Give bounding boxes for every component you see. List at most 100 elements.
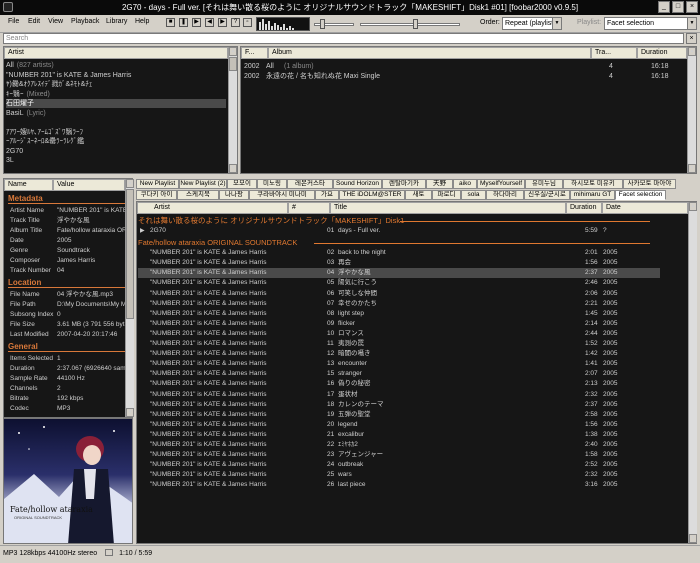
- playlist-track-row[interactable]: "NUMBER 201" is KATE & James Harris 10 ロマン…: [138, 329, 660, 339]
- artist-column-header[interactable]: Artist: [4, 47, 228, 59]
- playlist-track-row[interactable]: "NUMBER 201" is KATE & James Harris 24 out…: [138, 460, 660, 470]
- properties-name-header[interactable]: Name: [4, 179, 53, 191]
- playlist-tab[interactable]: 사카모토 마아야: [623, 179, 676, 189]
- artist-list-item[interactable]: [6, 118, 226, 127]
- scroll-thumb[interactable]: [126, 189, 134, 319]
- playlist-tab[interactable]: 쿠라바야시 미나미: [249, 190, 315, 200]
- artist-list-item[interactable]: All (827 artists): [6, 61, 226, 70]
- playlist-track-row[interactable]: "NUMBER 201" is KATE & James Harris 13 enc…: [138, 359, 660, 369]
- menu-file[interactable]: File: [8, 18, 19, 25]
- playlist-num-header[interactable]: #: [288, 202, 330, 214]
- playlist-tab[interactable]: 파로디: [432, 190, 461, 200]
- playlist-track-row[interactable]: "NUMBER 201" is KATE & James Harris 17 蛋状材…: [138, 390, 660, 400]
- playlist-tab[interactable]: 유미누님: [525, 179, 563, 189]
- playlist-tab[interactable]: mihimaru GT: [570, 190, 615, 200]
- artist-list-item[interactable]: 石田燿子: [6, 99, 226, 108]
- playlist-track-row[interactable]: "NUMBER 201" is KATE & James Harris 21 exc…: [138, 430, 660, 440]
- scroll-up-icon[interactable]: ▲: [229, 47, 237, 56]
- playlist-track-row[interactable]: "NUMBER 201" is KATE & James Harris 23 アヴェ…: [138, 450, 660, 460]
- random-icon[interactable]: ?: [231, 18, 240, 27]
- properties-value-header[interactable]: Value: [53, 179, 125, 191]
- playlist-title-header[interactable]: Title: [330, 202, 566, 214]
- playlist-tab[interactable]: New Playlist (2): [179, 179, 227, 189]
- playlist-tab[interactable]: 미노링: [257, 179, 287, 189]
- scroll-thumb[interactable]: [229, 57, 237, 71]
- artist-list-item[interactable]: BasiL (Lyric): [6, 109, 226, 118]
- playlist-track-row[interactable]: "NUMBER 201" is KATE & James Harris 20 leg…: [138, 420, 660, 430]
- album-col-f-header[interactable]: F...: [241, 47, 268, 59]
- stop-icon[interactable]: ■: [166, 18, 175, 27]
- playlist-tab[interactable]: Facet selection: [615, 190, 666, 200]
- scroll-up-icon[interactable]: ▲: [688, 47, 696, 56]
- minimize-icon[interactable]: _: [658, 1, 670, 13]
- playlist-track-row[interactable]: "NUMBER 201" is KATE & James Harris 08 lig…: [138, 309, 660, 319]
- playlist-tab[interactable]: 스케치북: [177, 190, 219, 200]
- menu-view[interactable]: View: [48, 18, 63, 25]
- playlist-track-row[interactable]: "NUMBER 201" is KATE & James Harris 15 str…: [138, 369, 660, 379]
- playlist-tab[interactable]: 쿠다키 아이: [136, 190, 177, 200]
- playlist-tab[interactable]: 레몬커스타: [287, 179, 333, 189]
- playlist-tab[interactable]: 신우실/군시로: [524, 190, 570, 200]
- playlist-track-row[interactable]: "NUMBER 201" is KATE & James Harris 11 夷測の…: [138, 339, 660, 349]
- scroll-down-icon[interactable]: ▼: [229, 164, 237, 173]
- search-input[interactable]: Search: [3, 33, 684, 44]
- playlist-track-row[interactable]: "NUMBER 201" is KATE & James Harris 04 浮やか…: [138, 268, 660, 279]
- play-icon[interactable]: ▶: [192, 18, 201, 27]
- playlist-track-row[interactable]: "NUMBER 201" is KATE & James Harris 12 暗闇の…: [138, 349, 660, 359]
- playlist-tab[interactable]: THE iDOLM@STER: [339, 190, 405, 200]
- playlist-track-row[interactable]: "NUMBER 201" is KATE & James Harris 16 偽りの…: [138, 379, 660, 389]
- playlist-duration-header[interactable]: Duration: [566, 202, 602, 214]
- playlist-tab[interactable]: 天野: [426, 179, 453, 189]
- menu-playback[interactable]: Playback: [71, 18, 99, 25]
- playlist-tab[interactable]: MyselfYourself: [477, 179, 525, 189]
- playlist-tab[interactable]: 새토: [405, 190, 432, 200]
- artist-list-item[interactable]: 3L: [6, 156, 226, 165]
- artist-list-item[interactable]: 2G70: [6, 147, 226, 156]
- scroll-up-icon[interactable]: ▲: [689, 202, 697, 211]
- artist-list-item[interactable]: ｱｱﾜｰ嫂ﾙﾔ､ｱｰﾑｺﾞｽﾞﾜ翳ﾗｰﾌ: [6, 128, 226, 137]
- playlist-track-row[interactable]: "NUMBER 201" is KATE & James Harris 22 ｴﾐﾔ…: [138, 440, 660, 450]
- playlist-track-row[interactable]: "NUMBER 201" is KATE & James Harris 18 カレン…: [138, 400, 660, 410]
- next-icon[interactable]: ▶: [218, 18, 227, 27]
- playlist-track-row[interactable]: "NUMBER 201" is KATE & James Harris 19 五弾の…: [138, 410, 660, 420]
- playlist-tab[interactable]: 하시모토 미유키: [563, 179, 623, 189]
- album-col-album-header[interactable]: Album: [268, 47, 591, 59]
- playlist-date-header[interactable]: Date: [602, 202, 688, 214]
- clear-search-icon[interactable]: ×: [686, 33, 697, 44]
- scroll-down-icon[interactable]: ▼: [126, 408, 134, 417]
- playlist-tab[interactable]: New Playlist: [136, 179, 179, 189]
- artist-list-item[interactable]: ﾔ)爨&ｵｸｱﾚｽｲﾃﾞ戮ｶﾞ&ﾈﾓﾄ&ﾁｪ: [6, 80, 226, 89]
- playlist-tab[interactable]: 렌탈마기카: [382, 179, 426, 189]
- properties-scrollbar[interactable]: ▲ ▼: [125, 179, 134, 417]
- album-col-duration-header[interactable]: Duration: [637, 47, 687, 59]
- playlist-tab[interactable]: 하다마리: [486, 190, 524, 200]
- playlist-artist-header[interactable]: Artist: [137, 202, 288, 214]
- album-scrollbar[interactable]: ▲ ▼: [687, 47, 696, 173]
- album-list-item[interactable]: 2002 永遠の花 / 名も知れぬ花 Maxi Single 4 16:18: [241, 72, 687, 81]
- playlist-track-row[interactable]: "NUMBER 201" is KATE & James Harris 05 陽気に…: [138, 278, 660, 288]
- playlist-tab[interactable]: Sound Horizon: [333, 179, 382, 189]
- playlist-track-row[interactable]: "NUMBER 201" is KATE & James Harris 07 幸せの…: [138, 299, 660, 309]
- playlist-track-row[interactable]: "NUMBER 201" is KATE & James Harris 26 las…: [138, 480, 660, 490]
- artist-list-item[interactable]: ｷｰ翳ｰ (Mixed): [6, 90, 226, 99]
- playlist-scrollbar[interactable]: ▲ ▼: [688, 202, 697, 543]
- playlist-tab[interactable]: 나나팡: [219, 190, 249, 200]
- menu-help[interactable]: Help: [135, 18, 149, 25]
- artist-list-item[interactable]: "NUMBER 201" is KATE & James Harris: [6, 71, 226, 80]
- volume-handle[interactable]: [413, 19, 418, 29]
- close-icon[interactable]: ×: [686, 1, 698, 13]
- playlist-tab[interactable]: sola: [461, 190, 486, 200]
- order-dropdown[interactable]: Repeat (playlist) ▼: [502, 17, 562, 30]
- seek-handle[interactable]: [319, 19, 325, 29]
- artist-scrollbar[interactable]: ▲ ▼: [228, 47, 237, 173]
- scroll-up-icon[interactable]: ▲: [126, 179, 134, 188]
- playlist-track-row[interactable]: "NUMBER 201" is KATE & James Harris 25 war…: [138, 470, 660, 480]
- album-col-tracks-header[interactable]: Tra...: [591, 47, 637, 59]
- artist-list-item[interactable]: ｰｱﾙｰｼﾞｽｰﾈｰﾛ&罍ﾗｰﾗﾚｸﾞ鑑: [6, 137, 226, 146]
- playlist-track-row[interactable]: "NUMBER 201" is KATE & James Harris 02 bac…: [138, 248, 660, 258]
- playlist-track-row[interactable]: "NUMBER 201" is KATE & James Harris 09 fli…: [138, 319, 660, 329]
- maximize-icon[interactable]: □: [672, 1, 684, 13]
- scroll-down-icon[interactable]: ▼: [689, 534, 697, 543]
- pause-icon[interactable]: ❚: [179, 18, 188, 27]
- volume-slider[interactable]: [360, 23, 460, 26]
